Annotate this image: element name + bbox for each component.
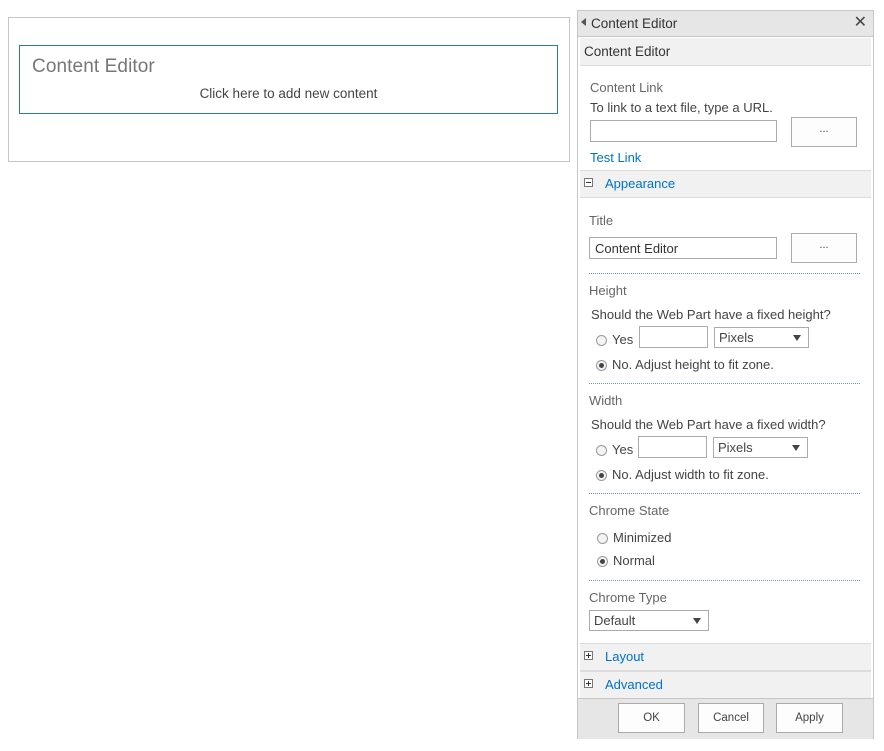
advanced-label[interactable]: Advanced <box>605 677 663 692</box>
test-link[interactable]: Test Link <box>590 150 641 165</box>
appearance-section-header[interactable]: Appearance <box>580 170 871 198</box>
cancel-button[interactable]: Cancel <box>698 703 764 733</box>
section-divider <box>589 383 860 384</box>
width-no-radio[interactable] <box>596 470 607 481</box>
content-link-label: Content Link <box>590 80 663 95</box>
width-question: Should the Web Part have a fixed width? <box>591 417 826 432</box>
advanced-section-header[interactable]: Advanced <box>580 671 871 699</box>
height-no-label[interactable]: No. Adjust height to fit zone. <box>612 357 774 372</box>
section-divider <box>589 493 860 494</box>
content-link-browse-button[interactable]: ... <box>791 117 857 147</box>
content-link-input[interactable] <box>590 120 777 142</box>
chrome-state-minimized-label[interactable]: Minimized <box>613 530 672 545</box>
width-yes-label[interactable]: Yes <box>612 442 633 457</box>
content-link-hint: To link to a text file, type a URL. <box>590 100 773 115</box>
height-question: Should the Web Part have a fixed height? <box>591 307 831 322</box>
height-yes-radio[interactable] <box>596 335 607 346</box>
dropdown-arrow-icon <box>792 445 800 451</box>
width-unit-value: Pixels <box>718 440 753 455</box>
add-content-link[interactable]: Click here to add new content <box>20 86 557 101</box>
chrome-state-label: Chrome State <box>589 503 670 518</box>
title-input[interactable] <box>589 237 777 259</box>
width-unit-select[interactable]: Pixels <box>713 437 808 458</box>
webpart-title: Content Editor <box>32 56 155 77</box>
close-icon[interactable]: ✕ <box>854 14 867 32</box>
width-label: Width <box>589 393 623 408</box>
width-no-label[interactable]: No. Adjust width to fit zone. <box>612 467 769 482</box>
collapse-minus-icon[interactable] <box>584 178 593 187</box>
tool-pane-header: Content Editor ✕ <box>578 11 873 37</box>
webpart-zone: Content Editor Click here to add new con… <box>8 17 570 162</box>
collapse-arrow-icon[interactable] <box>581 18 586 26</box>
expand-plus-icon[interactable] <box>584 651 593 660</box>
height-no-radio[interactable] <box>596 360 607 371</box>
height-yes-label[interactable]: Yes <box>612 332 633 347</box>
height-unit-value: Pixels <box>719 330 754 345</box>
tool-pane-title: Content Editor <box>591 16 678 31</box>
content-editor-webpart[interactable]: Content Editor Click here to add new con… <box>19 45 558 114</box>
height-label: Height <box>589 283 627 298</box>
chrome-state-normal-label[interactable]: Normal <box>613 553 655 568</box>
width-value-input[interactable] <box>638 436 707 458</box>
dropdown-arrow-icon <box>693 618 701 624</box>
chrome-state-normal-radio[interactable] <box>597 556 608 567</box>
width-yes-radio[interactable] <box>596 445 607 456</box>
layout-section-header[interactable]: Layout <box>580 643 871 671</box>
title-label: Title <box>589 213 614 228</box>
expand-plus-icon[interactable] <box>584 679 593 688</box>
webpart-name-bar: Content Editor <box>580 38 871 66</box>
title-browse-button[interactable]: ... <box>791 233 857 263</box>
appearance-label[interactable]: Appearance <box>605 176 675 191</box>
height-unit-select[interactable]: Pixels <box>714 327 809 348</box>
ok-button[interactable]: OK <box>618 703 685 733</box>
layout-label[interactable]: Layout <box>605 649 644 664</box>
webpart-name: Content Editor <box>584 44 671 59</box>
section-divider <box>589 580 860 581</box>
dropdown-arrow-icon <box>793 335 801 341</box>
tool-pane: Content Editor ✕ Content Editor Content … <box>577 10 874 739</box>
chrome-type-label: Chrome Type <box>589 590 667 605</box>
apply-button[interactable]: Apply <box>776 703 843 733</box>
height-value-input[interactable] <box>639 326 708 348</box>
chrome-type-select[interactable]: Default <box>589 610 709 631</box>
chrome-state-minimized-radio[interactable] <box>597 533 608 544</box>
tool-pane-footer: OK Cancel Apply <box>578 698 873 739</box>
chrome-type-value: Default <box>594 613 636 628</box>
section-divider <box>589 273 860 274</box>
